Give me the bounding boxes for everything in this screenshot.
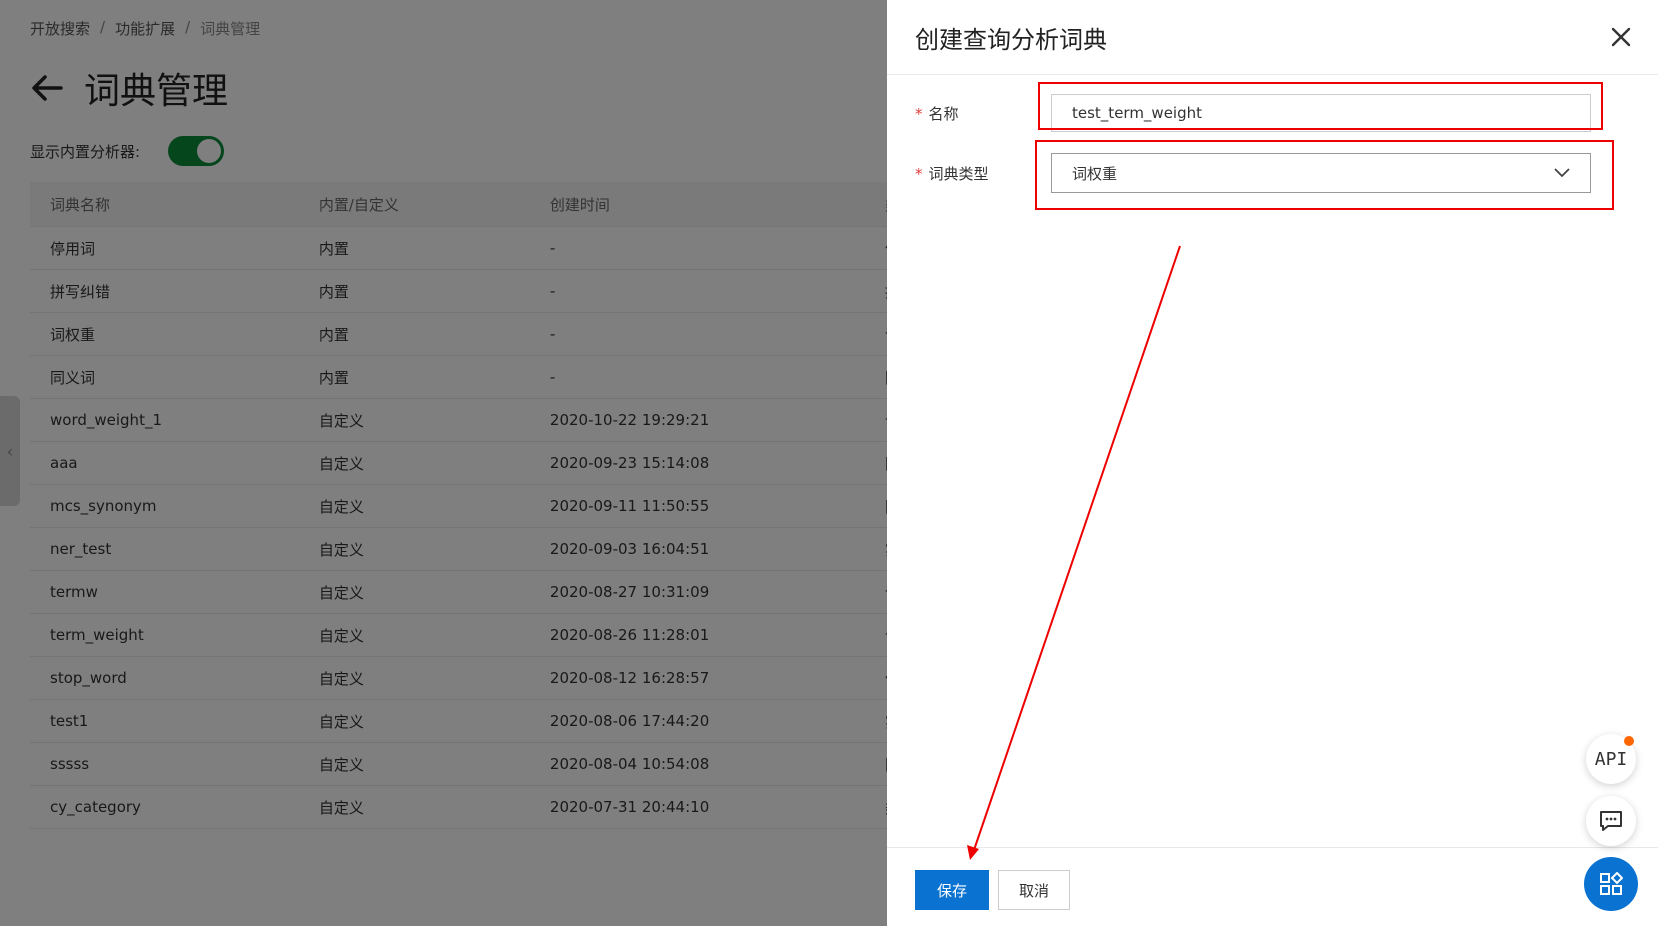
name-form-row: * 名称 <box>915 94 1591 132</box>
api-label: API <box>1594 748 1628 770</box>
save-button[interactable]: 保存 <box>915 870 989 910</box>
required-mark: * <box>915 104 923 123</box>
name-label: * 名称 <box>915 104 959 123</box>
notification-badge <box>1624 736 1634 746</box>
close-button[interactable] <box>1604 20 1638 54</box>
chevron-down-icon <box>1554 168 1570 178</box>
type-form-row: * 词典类型 词权重 <box>915 153 1591 193</box>
modal-overlay[interactable] <box>0 0 887 926</box>
chat-icon <box>1600 811 1622 831</box>
drawer-footer: 保存 取消 <box>887 847 1658 926</box>
close-icon <box>1611 27 1631 47</box>
api-float-button[interactable]: API <box>1586 734 1636 784</box>
dictionary-type-select[interactable]: 词权重 <box>1051 153 1591 193</box>
drawer-header: 创建查询分析词典 <box>887 0 1658 75</box>
dictionary-type-value: 词权重 <box>1072 164 1118 183</box>
drawer-title: 创建查询分析词典 <box>915 26 1107 54</box>
name-input[interactable] <box>1051 94 1591 132</box>
type-label: * 词典类型 <box>915 164 989 183</box>
create-dictionary-drawer: 创建查询分析词典 *名称 *词典类型 词权重 保存 取消 API <box>887 0 1658 926</box>
grid-apps-icon <box>1600 872 1623 895</box>
chat-float-button[interactable] <box>1586 796 1636 846</box>
required-mark: * <box>915 164 923 183</box>
cancel-button[interactable]: 取消 <box>998 870 1070 910</box>
apps-float-button[interactable] <box>1584 857 1638 911</box>
